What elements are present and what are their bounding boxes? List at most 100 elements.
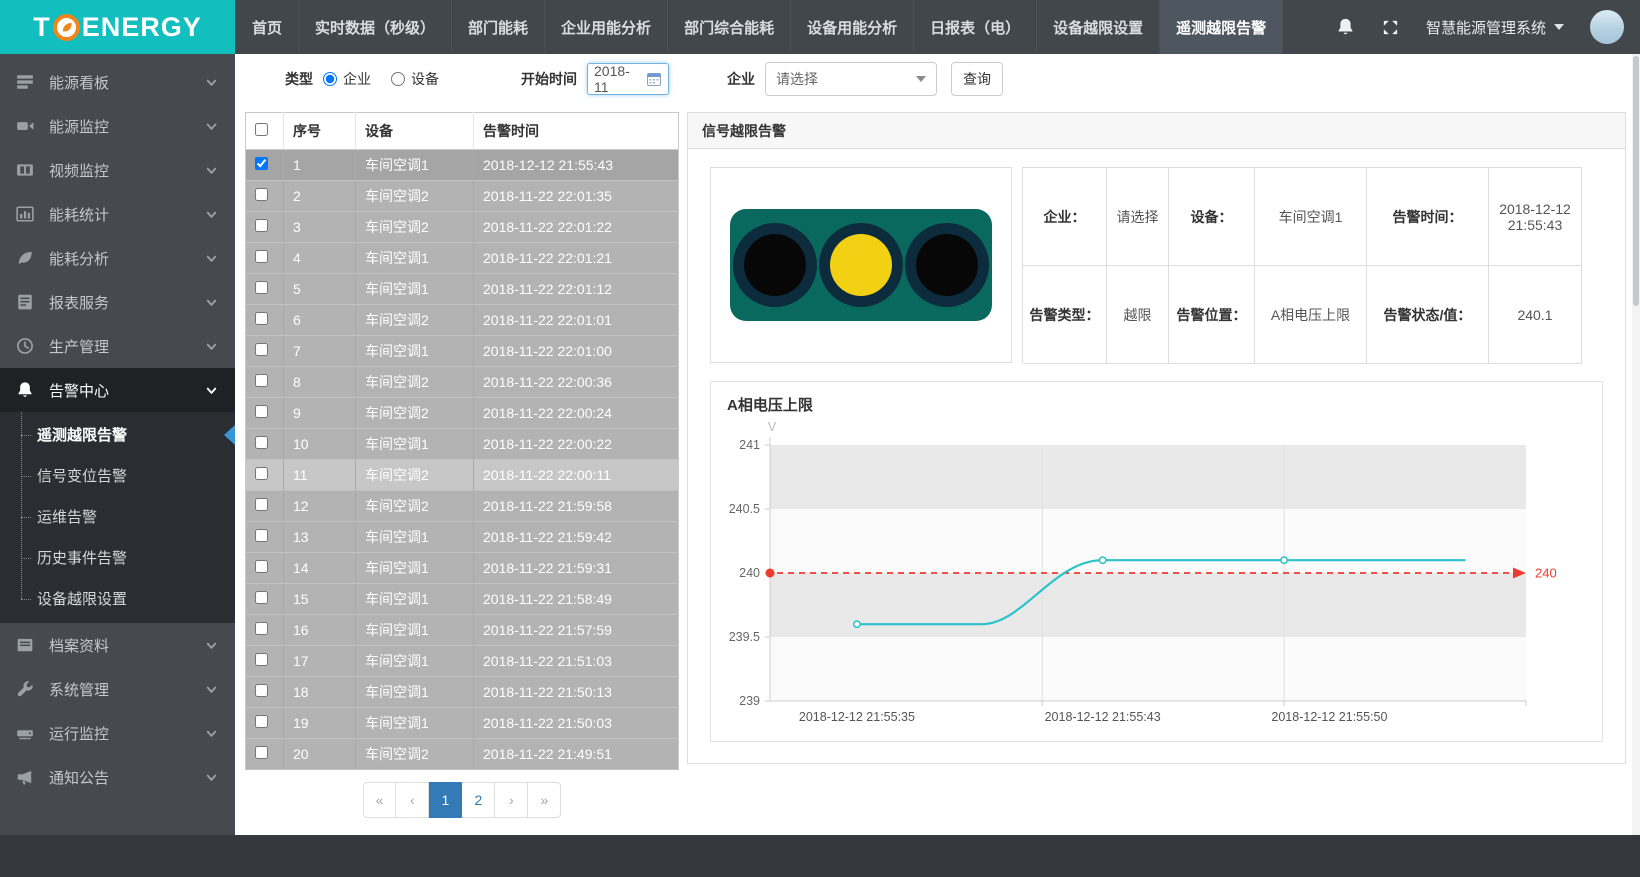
sidebar-item-alarm-center[interactable]: 告警中心 [0, 368, 235, 412]
row-alarm-time: 2018-11-22 21:58:49 [474, 584, 679, 615]
pagination-page-1[interactable]: 1 [429, 782, 462, 818]
row-checkbox[interactable] [255, 374, 268, 387]
radio-device[interactable] [391, 72, 405, 86]
row-checkbox[interactable] [255, 498, 268, 511]
sidebar-item-running-monitor[interactable]: 运行监控 [0, 711, 235, 755]
system-name-dropdown[interactable]: 智慧能源管理系统 [1426, 17, 1564, 38]
nav-item-4[interactable]: 企业用能分析 [544, 0, 667, 54]
nav-item-2[interactable]: 实时数据（秒级） [298, 0, 451, 54]
bell-icon[interactable] [1336, 17, 1355, 37]
row-checkbox[interactable] [255, 529, 268, 542]
chart-icon [16, 205, 36, 223]
megaphone-icon [16, 768, 36, 786]
calendar-icon[interactable] [646, 71, 662, 87]
table-row[interactable]: 3车间空调22018-11-22 22:01:22 [246, 212, 679, 243]
row-checkbox[interactable] [255, 622, 268, 635]
sidebar-item-archive-data[interactable]: 档案资料 [0, 623, 235, 667]
sidebar-item-system-mgmt[interactable]: 系统管理 [0, 667, 235, 711]
sidebar-item-energy-monitor[interactable]: 能源监控 [0, 104, 235, 148]
nav-item-6[interactable]: 设备用能分析 [790, 0, 913, 54]
row-checkbox[interactable] [255, 467, 268, 480]
table-row[interactable]: 18车间空调12018-11-22 21:50:13 [246, 677, 679, 708]
table-row[interactable]: 16车间空调12018-11-22 21:57:59 [246, 615, 679, 646]
select-all-checkbox[interactable] [255, 123, 268, 136]
table-row[interactable]: 4车间空调12018-11-22 22:01:21 [246, 243, 679, 274]
table-row[interactable]: 9车间空调22018-11-22 22:00:24 [246, 398, 679, 429]
nav-item-7[interactable]: 日报表（电） [913, 0, 1036, 54]
row-device: 车间空调1 [356, 708, 474, 739]
avatar[interactable] [1590, 10, 1624, 44]
row-checkbox[interactable] [255, 715, 268, 728]
sidebar-subitem-ops-alarm[interactable]: 运维告警 [0, 496, 235, 537]
pagination-next[interactable]: › [495, 782, 528, 818]
row-checkbox[interactable] [255, 653, 268, 666]
sidebar-item-energy-kanban[interactable]: 能源看板 [0, 60, 235, 104]
table-row[interactable]: 14车间空调12018-11-22 21:59:31 [246, 553, 679, 584]
table-row[interactable]: 15车间空调12018-11-22 21:58:49 [246, 584, 679, 615]
radio-enterprise[interactable] [323, 72, 337, 86]
pagination-page-2[interactable]: 2 [462, 782, 495, 818]
nav-item-5[interactable]: 部门综合能耗 [667, 0, 790, 54]
row-checkbox[interactable] [255, 188, 268, 201]
row-checkbox[interactable] [255, 250, 268, 263]
pagination-prev[interactable]: ‹ [396, 782, 429, 818]
sidebar-subitem-signal-change-alarm[interactable]: 信号变位告警 [0, 455, 235, 496]
nav-item-3[interactable]: 部门能耗 [451, 0, 544, 54]
pagination-last[interactable]: » [528, 782, 561, 818]
sidebar-item-report-service[interactable]: 报表服务 [0, 280, 235, 324]
nav-item-9[interactable]: 遥测越限告警 [1159, 0, 1283, 54]
table-row[interactable]: 17车间空调12018-11-22 21:51:03 [246, 646, 679, 677]
sidebar-item-notice[interactable]: 通知公告 [0, 755, 235, 799]
topbar-right: 智慧能源管理系统 [1336, 0, 1640, 54]
chevron-down-icon [204, 119, 219, 134]
row-checkbox[interactable] [255, 591, 268, 604]
table-row[interactable]: 7车间空调12018-11-22 22:01:00 [246, 336, 679, 367]
sidebar-subitem-telemetry-overlimit-alarm[interactable]: 遥测越限告警 [0, 414, 235, 455]
sidebar-item-energy-stats[interactable]: 能耗统计 [0, 192, 235, 236]
chevron-down-icon [1554, 24, 1564, 30]
query-button[interactable]: 查询 [951, 62, 1003, 96]
column-header-3: 告警时间 [474, 113, 679, 150]
type-radio-enterprise[interactable]: 企业 [323, 69, 371, 89]
info-value-5: A相电压上限 [1255, 266, 1367, 364]
enterprise-select[interactable]: 请选择 [765, 62, 937, 96]
nav-item-8[interactable]: 设备越限设置 [1036, 0, 1159, 54]
table-row[interactable]: 11车间空调22018-11-22 22:00:11 [246, 460, 679, 491]
scrollbar-thumb[interactable] [1633, 56, 1639, 306]
table-row[interactable]: 10车间空调12018-11-22 22:00:22 [246, 429, 679, 460]
sidebar-item-label: 能源监控 [49, 116, 204, 137]
table-row[interactable]: 8车间空调22018-11-22 22:00:36 [246, 367, 679, 398]
row-checkbox[interactable] [255, 343, 268, 356]
fullscreen-icon[interactable] [1381, 18, 1400, 37]
row-checkbox[interactable] [255, 219, 268, 232]
table-row[interactable]: 2车间空调22018-11-22 22:01:35 [246, 181, 679, 212]
row-device: 车间空调1 [356, 615, 474, 646]
row-checkbox[interactable] [255, 684, 268, 697]
row-checkbox[interactable] [255, 405, 268, 418]
row-no: 3 [284, 212, 356, 243]
row-checkbox[interactable] [255, 436, 268, 449]
select-caret-icon [916, 76, 926, 82]
row-checkbox[interactable] [255, 157, 268, 170]
row-checkbox[interactable] [255, 312, 268, 325]
sidebar-item-energy-analysis[interactable]: 能耗分析 [0, 236, 235, 280]
table-row[interactable]: 13车间空调12018-11-22 21:59:42 [246, 522, 679, 553]
start-time-input[interactable]: 2018-11 [587, 63, 669, 95]
row-checkbox[interactable] [255, 281, 268, 294]
table-row[interactable]: 5车间空调12018-11-22 22:01:12 [246, 274, 679, 305]
sidebar-subitem-device-overlimit-setting[interactable]: 设备越限设置 [0, 578, 235, 619]
table-row[interactable]: 20车间空调22018-11-22 21:49:51 [246, 739, 679, 770]
vertical-scrollbar[interactable] [1632, 54, 1640, 835]
sidebar-item-production-mgmt[interactable]: 生产管理 [0, 324, 235, 368]
table-row[interactable]: 6车间空调22018-11-22 22:01:01 [246, 305, 679, 336]
sidebar-subitem-history-event-alarm[interactable]: 历史事件告警 [0, 537, 235, 578]
row-checkbox[interactable] [255, 560, 268, 573]
pagination-first[interactable]: « [363, 782, 397, 818]
row-checkbox[interactable] [255, 746, 268, 759]
table-row[interactable]: 19车间空调12018-11-22 21:50:03 [246, 708, 679, 739]
type-radio-device[interactable]: 设备 [391, 69, 439, 89]
table-row[interactable]: 1车间空调12018-12-12 21:55:43 [246, 150, 679, 181]
sidebar-item-video-monitor[interactable]: 视频监控 [0, 148, 235, 192]
nav-item-1[interactable]: 首页 [235, 0, 298, 54]
table-row[interactable]: 12车间空调22018-11-22 21:59:58 [246, 491, 679, 522]
